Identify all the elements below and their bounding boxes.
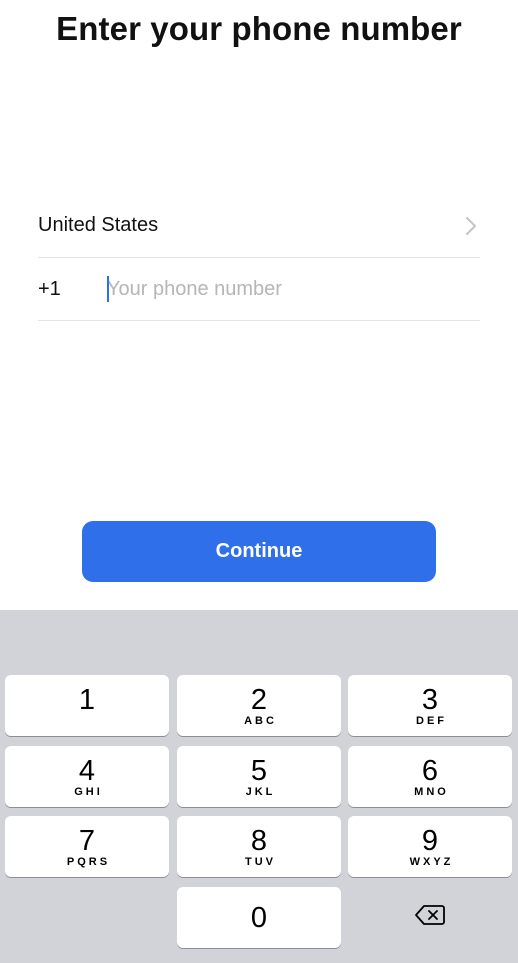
key-digit: 5 — [250, 755, 268, 787]
phone-number-row: +1 — [38, 258, 480, 321]
key-9[interactable]: 9 WXYZ — [348, 816, 512, 877]
phone-entry-screen: Enter your phone number United States +1… — [0, 0, 518, 963]
country-label: United States — [38, 214, 159, 236]
key-digit: 1 — [78, 684, 96, 716]
key-letters: TUV — [245, 856, 276, 868]
key-digit: 4 — [78, 755, 96, 787]
phone-number-input[interactable] — [107, 274, 480, 304]
key-3[interactable]: 3 DEF — [348, 675, 512, 736]
key-letters: MNO — [414, 786, 449, 798]
key-letters: WXYZ — [409, 856, 454, 868]
key-0[interactable]: 0 — [177, 887, 341, 948]
key-letters: GHI — [74, 786, 103, 798]
dial-code: +1 — [38, 277, 61, 300]
key-digit: 3 — [421, 684, 439, 716]
key-digit: 7 — [78, 825, 96, 857]
key-2[interactable]: 2 ABC — [177, 675, 341, 736]
text-cursor — [107, 276, 109, 302]
key-letters: PQRS — [66, 856, 111, 868]
key-8[interactable]: 8 TUV — [177, 816, 341, 877]
key-letters: ABC — [244, 715, 277, 727]
continue-button[interactable]: Continue — [82, 521, 436, 582]
page-title: Enter your phone number — [56, 10, 462, 47]
key-5[interactable]: 5 JKL — [177, 746, 341, 807]
key-digit: 2 — [250, 684, 268, 716]
key-digit: 6 — [421, 755, 439, 787]
key-7[interactable]: 7 PQRS — [5, 816, 169, 877]
key-letters: JKL — [245, 786, 276, 798]
key-4[interactable]: 4 GHI — [5, 746, 169, 807]
key-digit: 8 — [250, 825, 268, 857]
delete-key[interactable] — [348, 887, 512, 948]
numeric-keyboard: 1 2 ABC 3 DEF 4 GHI 5 JKL 6 MNO 7 PQRS 8 — [0, 610, 518, 963]
key-digit: 9 — [421, 825, 439, 857]
key-6[interactable]: 6 MNO — [348, 746, 512, 807]
key-letters: DEF — [416, 715, 447, 727]
key-digit: 0 — [250, 901, 268, 934]
backspace-icon — [414, 904, 446, 931]
country-selector[interactable]: United States — [38, 194, 480, 258]
key-1[interactable]: 1 — [5, 675, 169, 736]
chevron-right-icon — [462, 215, 480, 237]
